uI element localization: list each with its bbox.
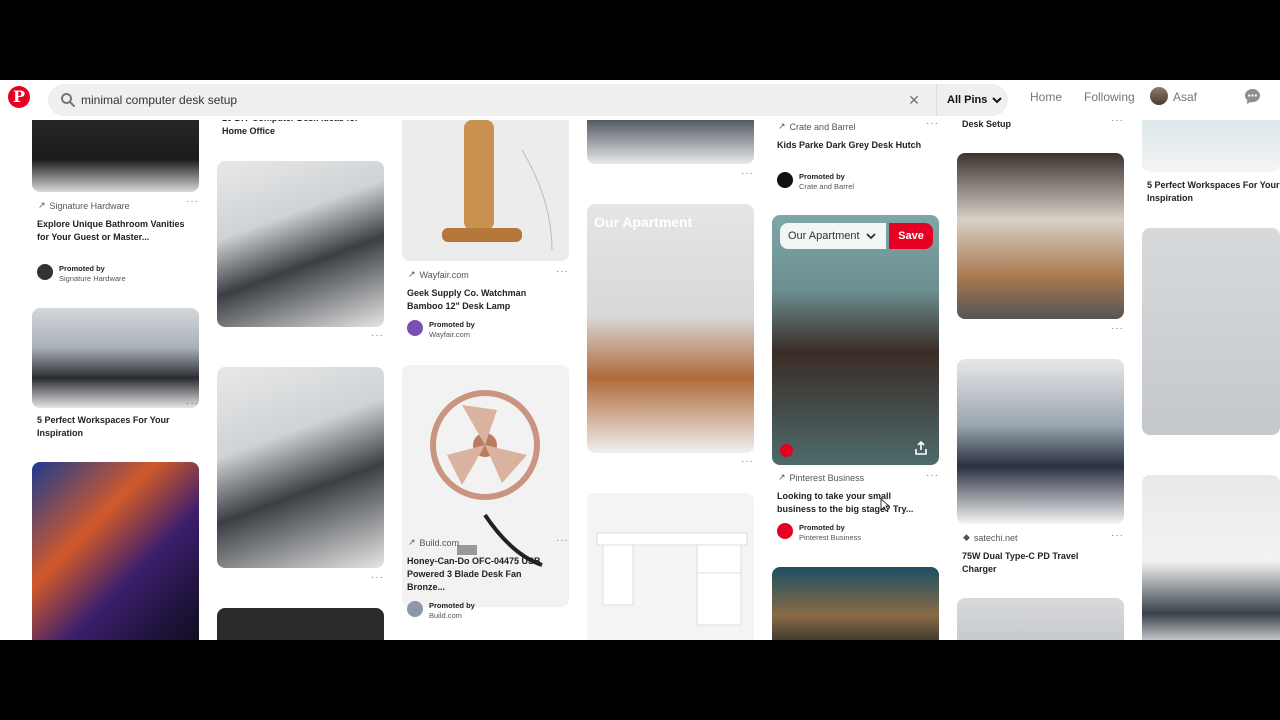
chevron-down-icon [865,233,876,240]
pin-overlay-text: Our Apartment [594,214,693,230]
advertiser-logo [407,320,423,336]
pin-source[interactable]: ↗ Wayfair.com [408,269,469,280]
pin-title[interactable]: Kids Parke Dark Grey Desk Hutch [777,139,927,152]
pin-title[interactable]: 5 Perfect Workspaces For Your Inspiratio… [37,414,187,440]
advertiser-logo [777,523,793,539]
more-options-icon[interactable]: ··· [556,535,569,546]
pin-source[interactable]: ↗ Pinterest Business [778,472,864,483]
pinterest-logo-icon[interactable]: P [8,86,30,108]
more-options-icon[interactable]: ··· [1111,530,1124,541]
pinterest-app: P ✕ All Pins Home Following Asaf ↗Signat… [0,80,1280,640]
messages-icon[interactable] [1244,88,1261,105]
pin-title[interactable]: Geek Supply Co. Watchman Bamboo 12" Desk… [407,287,557,313]
more-options-icon[interactable]: ··· [926,470,939,481]
pin-title[interactable]: 75W Dual Type-C PD Travel Charger [962,550,1102,576]
all-pins-filter-label: All Pins [947,94,988,106]
pinterest-badge-icon [780,444,793,457]
mouse-cursor [880,498,890,512]
promoted-by: Promoted by Pinterest Business [777,523,861,543]
pin-image-pinterest-business[interactable] [772,215,939,465]
pin-source[interactable]: ↗ Signature Hardware [38,200,130,211]
pin-image-desk-setup[interactable] [957,153,1124,319]
pin-image-workspace[interactable] [32,308,199,408]
pin-image-corner-desk[interactable] [217,161,384,327]
pin-image-grovemade[interactable] [772,567,939,640]
more-options-icon[interactable]: ··· [741,168,754,179]
save-button[interactable]: Save [889,223,933,249]
pin-title[interactable]: Honey-Can-Do OFC-04475 USB Powered 3 Bla… [407,555,557,594]
video-letterbox-bottom [0,640,1280,720]
pin-image-framed-wall[interactable] [1142,475,1280,640]
pin-image-imac-desk[interactable] [217,367,384,568]
advertiser-logo [37,264,53,280]
promoted-by: Promoted by Signature Hardware [37,264,126,284]
more-options-icon[interactable]: ··· [741,456,754,467]
promoted-by: Promoted by Build.com [407,601,475,621]
more-options-icon[interactable]: ··· [186,196,199,207]
board-select-dropdown[interactable]: Our Apartment [780,223,886,249]
clear-search-icon[interactable]: ✕ [906,92,922,108]
pin-image-bathroom-vanity[interactable] [32,110,199,192]
promoted-by: Promoted by Wayfair.com [407,320,475,340]
pin-image-bamboo-lamp[interactable] [402,110,569,261]
link-arrow-icon: ↗ [778,121,786,131]
nav-home-link[interactable]: Home [1030,90,1062,104]
link-arrow-icon: ↗ [778,472,786,482]
pin-title[interactable]: Explore Unique Bathroom Vanities for You… [37,218,187,244]
chevron-down-icon [992,97,1003,104]
more-options-icon[interactable]: ··· [1111,323,1124,334]
more-options-icon[interactable]: ··· [556,266,569,277]
pin-source[interactable]: ↗ Build.com [408,537,459,548]
pin-image-dark-desk[interactable] [217,608,384,640]
advertiser-logo [777,172,793,188]
user-name-link[interactable]: Asaf [1173,90,1197,104]
link-arrow-icon: ◆ [963,532,970,542]
advertiser-logo [407,601,423,617]
pin-image-grey[interactable] [957,598,1124,640]
pin-image-minimal-grey[interactable] [1142,228,1280,435]
top-header: P ✕ All Pins Home Following Asaf [0,80,1280,120]
more-options-icon[interactable]: ··· [371,330,384,341]
pin-image-white-desk[interactable] [587,493,754,640]
pin-image-neon-setup[interactable] [32,462,199,640]
link-arrow-icon: ↗ [38,200,46,210]
search-bar[interactable]: ✕ All Pins [48,84,1008,116]
lamp-illustration [442,120,553,251]
link-arrow-icon: ↗ [408,269,416,279]
promoted-by: Promoted by Crate and Barrel [777,172,854,192]
pin-title[interactable]: Looking to take your small business to t… [777,490,927,516]
search-icon [61,93,75,107]
pin-image-laptops[interactable] [957,359,1124,524]
pin-image-our-apartment[interactable] [587,204,754,453]
more-options-icon[interactable]: ··· [186,398,199,409]
more-options-icon[interactable]: ··· [371,572,384,583]
user-avatar[interactable] [1150,87,1168,105]
search-input[interactable] [81,84,901,116]
share-icon[interactable] [914,441,928,455]
link-arrow-icon: ↗ [408,537,416,547]
all-pins-filter[interactable]: All Pins [936,84,1003,116]
desk-illustration [596,532,748,626]
board-select-label: Our Apartment [788,230,860,242]
nav-following-link[interactable]: Following [1084,90,1135,104]
video-letterbox-top [0,0,1280,80]
pin-title[interactable]: 5 Perfect Workspaces For Your Inspiratio… [1147,179,1280,205]
pin-source[interactable]: ↗ Crate and Barrel [778,121,856,132]
pin-source[interactable]: ◆ satechi.net [963,532,1017,543]
